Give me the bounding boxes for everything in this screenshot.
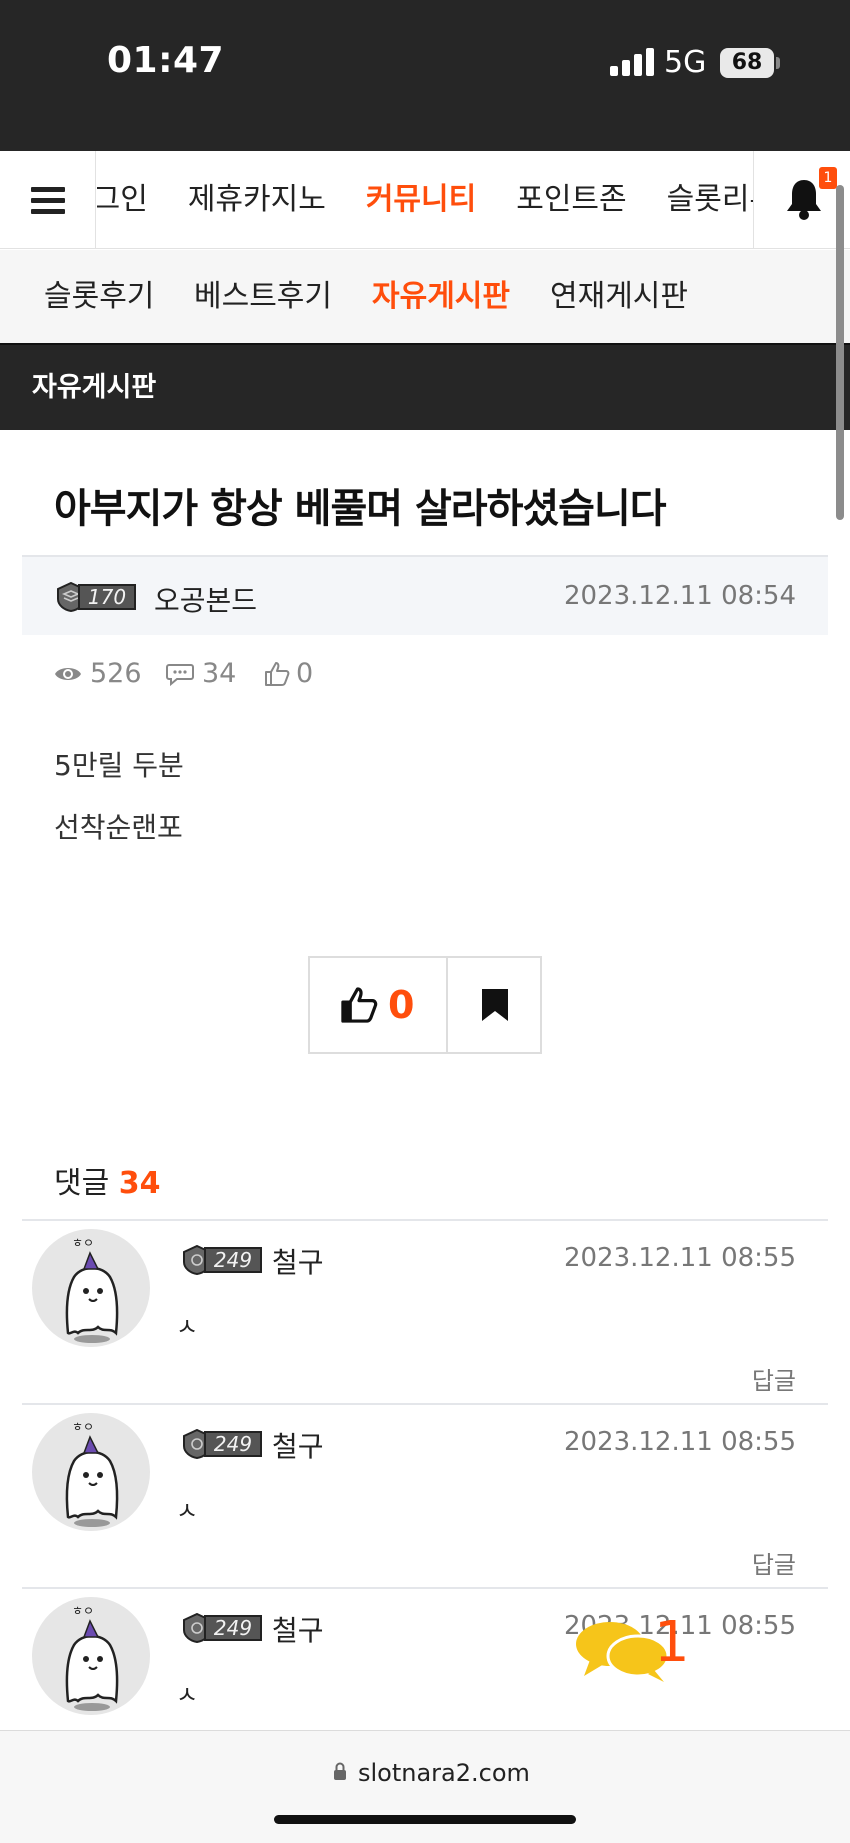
like-count: 0 — [388, 983, 415, 1027]
avatar[interactable]: ㅎㅇ — [32, 1413, 150, 1531]
chat-count: 1 — [654, 1610, 690, 1675]
post-date: 2023.12.11 08:54 — [563, 581, 796, 611]
nav-scroll[interactable]: 로그인 제휴카지노 커뮤니티 포인트존 슬롯리뷰 — [97, 151, 753, 248]
reply-button[interactable]: 답글 — [752, 1545, 796, 1580]
status-bar: 01:47 5G 68 — [0, 0, 850, 151]
battery-tip — [776, 57, 780, 69]
comment-item: ㅎㅇ 249 철구 2023.12.11 08:55 ㅅ 답글 — [22, 1219, 828, 1403]
sub-nav-item[interactable]: 슬롯후기 — [44, 250, 154, 343]
bookmark-icon — [482, 989, 508, 1021]
avatar[interactable]: ㅎㅇ — [32, 1597, 150, 1715]
author-row: 170 오공본드 2023.12.11 08:54 — [22, 555, 828, 635]
post-actions: 0 — [308, 956, 542, 1054]
post-body-line: 5만릴 두분 — [54, 749, 184, 782]
comment-date: 2023.12.11 08:55 — [563, 1427, 796, 1457]
commenter-name[interactable]: 철구 — [272, 1609, 324, 1649]
nav-item[interactable]: 제휴카지노 — [188, 151, 326, 248]
avatar[interactable]: ㅎㅇ — [32, 1229, 150, 1347]
notification-badge: 1 — [819, 167, 837, 189]
comment-icon — [166, 664, 194, 687]
level-badge: 170 — [56, 582, 138, 612]
level-number: 249 — [204, 1247, 262, 1273]
network-label: 5G — [664, 45, 707, 80]
ghost-avatar-icon: ㅎㅇ — [65, 1604, 119, 1711]
svg-text:ㅎㅇ: ㅎㅇ — [72, 1236, 94, 1250]
commenter-name[interactable]: 철구 — [272, 1425, 324, 1465]
thumbs-up-icon — [265, 662, 290, 686]
views-count: 526 — [90, 658, 142, 689]
post-title: 아부지가 항상 베풀며 살라하셨습니다 — [54, 486, 667, 532]
menu-icon-bar — [31, 187, 65, 192]
comments-header: 댓글 34 — [54, 1158, 161, 1202]
comment-text: ㅅ — [176, 1681, 199, 1709]
main-nav: 로그인 제휴카지노 커뮤니티 포인트존 슬롯리뷰 — [0, 151, 850, 249]
level-number: 249 — [204, 1431, 262, 1457]
board-title: 자유게시판 — [32, 372, 157, 403]
url-text[interactable]: slotnara2.com — [358, 1759, 530, 1787]
level-badge: 249 — [182, 1613, 266, 1643]
commenter-name[interactable]: 철구 — [272, 1241, 324, 1281]
level-number: 249 — [204, 1615, 262, 1641]
menu-icon-bar — [31, 198, 65, 203]
likes-count: 0 — [296, 658, 314, 689]
level-badge: 249 — [182, 1245, 266, 1275]
bell-icon — [787, 180, 821, 220]
ghost-avatar-icon: ㅎㅇ — [65, 1420, 119, 1527]
comment-date: 2023.12.11 08:55 — [563, 1243, 796, 1273]
comments-label: 댓글 — [54, 1166, 110, 1201]
bookmark-button[interactable] — [450, 958, 540, 1052]
post-body-line: 선착순랜포 — [54, 811, 183, 844]
sub-nav: 슬롯후기 베스트후기 자유게시판 연재게시판 — [0, 250, 850, 343]
svg-text:ㅎㅇ: ㅎㅇ — [72, 1420, 94, 1434]
board-header: 자유게시판 — [0, 343, 850, 430]
signal-icon — [610, 48, 654, 76]
sub-nav-item[interactable]: 연재게시판 — [550, 250, 688, 343]
menu-icon-bar — [31, 209, 65, 214]
scrollbar[interactable] — [836, 185, 844, 520]
sub-nav-item[interactable]: 베스트후기 — [194, 250, 332, 343]
comments-total: 34 — [118, 1166, 161, 1201]
ghost-avatar-icon: ㅎㅇ — [65, 1236, 119, 1343]
level-badge: 249 — [182, 1429, 266, 1459]
comment-text: ㅅ — [176, 1313, 199, 1341]
home-indicator[interactable] — [274, 1815, 576, 1824]
menu-button[interactable] — [0, 151, 96, 248]
svg-text:ㅎㅇ: ㅎㅇ — [72, 1604, 94, 1618]
author-name[interactable]: 오공본드 — [154, 579, 257, 619]
nav-track: 로그인 제휴카지노 커뮤니티 포인트존 슬롯리뷰 — [97, 151, 753, 248]
battery-icon: 68 — [720, 48, 774, 78]
comment-text: ㅅ — [176, 1497, 199, 1525]
nav-item[interactable]: 슬롯리뷰 — [667, 151, 753, 248]
comment-item: ㅎㅇ 249 철구 2023.12.11 08:55 ㅅ 답글 — [22, 1403, 828, 1587]
lock-icon — [334, 1762, 346, 1780]
browser-url-bar: slotnara2.com — [0, 1730, 850, 1843]
level-number: 170 — [78, 584, 136, 610]
nav-item[interactable]: 포인트존 — [516, 151, 626, 248]
status-time: 01:47 — [107, 40, 225, 81]
eye-icon — [55, 668, 81, 680]
like-button[interactable]: 0 — [310, 958, 448, 1052]
nav-item[interactable]: 로그인 — [97, 151, 148, 248]
sub-nav-item[interactable]: 자유게시판 — [372, 250, 510, 343]
thumbs-up-icon — [341, 987, 378, 1023]
nav-item[interactable]: 커뮤니티 — [366, 151, 476, 248]
comments-count: 34 — [202, 658, 237, 689]
reply-button[interactable]: 답글 — [752, 1361, 796, 1396]
